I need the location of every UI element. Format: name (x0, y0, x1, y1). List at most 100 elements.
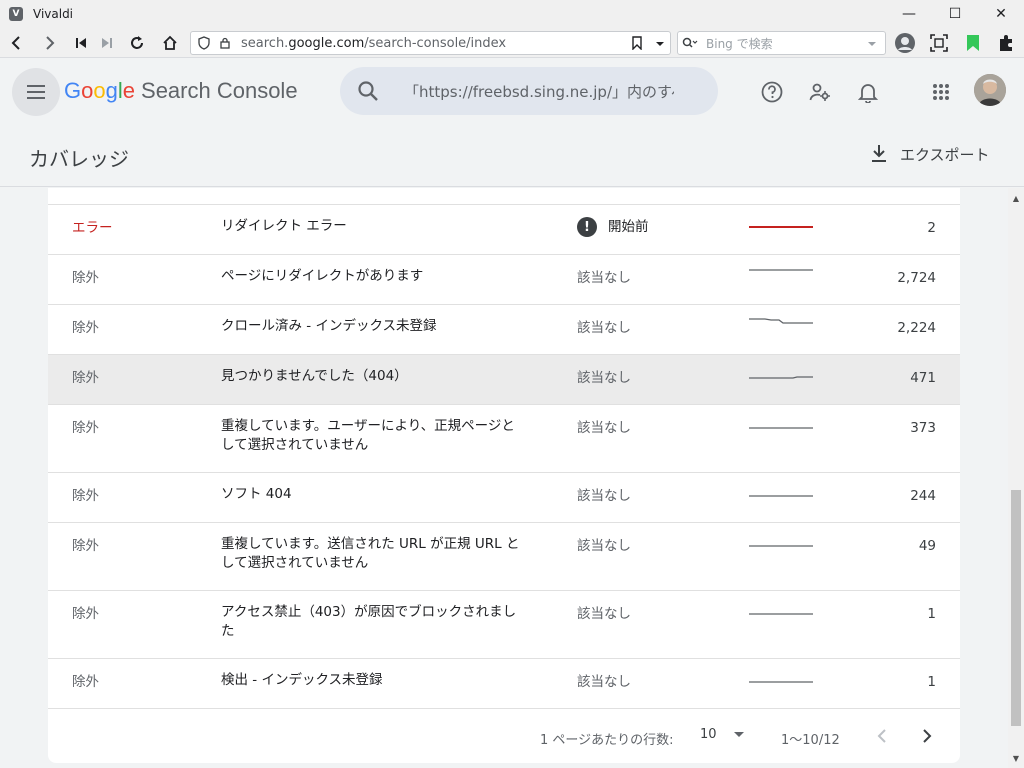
row-reason: アクセス禁止（403）が原因でブロックされました (221, 604, 517, 639)
shield-icon[interactable] (197, 36, 211, 50)
home-button[interactable] (157, 30, 183, 56)
row-count: 2,224 (897, 320, 936, 336)
user-settings-icon (809, 83, 830, 101)
trend-sparkline (749, 318, 813, 324)
table-row[interactable]: 除外 見つかりませんでした（404） 該当なし 471 (48, 354, 960, 404)
row-reason: 見つかりませんでした（404） (221, 368, 408, 384)
row-count: 2,724 (897, 270, 936, 286)
green-bookmark-icon (967, 35, 979, 51)
chevron-down-icon[interactable] (655, 39, 665, 49)
sparkline-path (749, 318, 813, 324)
google-apps-button[interactable] (928, 79, 954, 105)
notifications-button[interactable] (855, 79, 881, 105)
rewind-button[interactable] (68, 30, 94, 56)
rows-per-page-select[interactable]: 10 (700, 727, 745, 742)
forward-button[interactable] (36, 30, 62, 56)
content-area: エラー リダイレクト エラー! 開始前 2 除外 ページにリダイレクトがあります 該当なし 2… (0, 188, 1008, 768)
table-row[interactable]: 除外 クロール済み - インデックス未登録 該当なし 2,224 (48, 304, 960, 354)
row-validation-text: 該当なし (577, 538, 631, 554)
table-row[interactable]: 除外 アクセス禁止（403）が原因でブロックされました 該当なし 1 (48, 590, 960, 658)
trend-sparkline (749, 613, 813, 615)
previous-page-button[interactable] (870, 724, 894, 748)
row-validation: ! 開始前 (577, 217, 649, 237)
table-row[interactable]: 除外 ソフト 404 該当なし 244 (48, 472, 960, 522)
row-type: 除外 (72, 420, 99, 436)
browser-search-field[interactable]: Bing で検索 (677, 31, 886, 55)
row-validation: 該当なし (577, 369, 631, 388)
url-inspection-input[interactable]: 「https://freebsd.sing.ne.jp/」内のすべてのURLを検… (404, 81, 674, 102)
profile-button[interactable] (892, 30, 918, 56)
row-type: 除外 (72, 606, 99, 622)
row-validation-text: 該当なし (577, 370, 631, 386)
page-scrollbar[interactable]: ▲ ▼ (1008, 188, 1024, 768)
row-type: 除外 (72, 488, 99, 504)
trend-sparkline (749, 495, 813, 497)
users-settings-button[interactable] (807, 79, 833, 105)
scroll-up-arrow[interactable]: ▲ (1008, 190, 1024, 206)
lock-icon (220, 37, 230, 49)
trend-sparkline (749, 545, 813, 547)
avatar-photo (974, 74, 1006, 106)
extensions-button[interactable] (993, 30, 1019, 56)
maximize-button[interactable]: ☐ (932, 0, 978, 28)
apps-grid-icon (933, 84, 949, 100)
row-count: 49 (918, 538, 936, 554)
window-title: Vivaldi (33, 7, 74, 21)
chevron-down-icon (733, 731, 744, 737)
fast-forward-icon (102, 38, 112, 48)
scrollbar-thumb[interactable] (1011, 490, 1021, 726)
minimize-button[interactable]: — (886, 0, 932, 28)
main-menu-button[interactable] (12, 68, 60, 116)
search-engine-icon (682, 37, 698, 48)
fast-forward-button[interactable] (94, 30, 120, 56)
url-inspection-search[interactable]: 「https://freebsd.sing.ne.jp/」内のすべてのURLを検… (340, 67, 718, 115)
row-validation-text: 該当なし (577, 270, 631, 286)
sparkline-path (749, 376, 813, 379)
close-window-button[interactable]: ✕ (978, 0, 1024, 28)
gsc-header: Google Search Console 「https://freebsd.si… (0, 59, 1024, 125)
table-row[interactable]: エラー リダイレクト エラー! 開始前 2 (48, 204, 960, 254)
profile-icon (895, 33, 915, 53)
row-count: 1 (927, 674, 936, 690)
row-validation-text: 開始前 (608, 218, 649, 235)
coverage-table-card: エラー リダイレクト エラー! 開始前 2 除外 ページにリダイレクトがあります 該当なし 2… (48, 188, 960, 763)
capture-button[interactable] (926, 30, 952, 56)
page-header: カバレッジ エクスポート (0, 125, 1024, 187)
product-name: Search Console (141, 78, 298, 103)
table-row[interactable]: 除外 重複しています。ユーザーにより、正規ページとして選択されていません 該当なし 3… (48, 404, 960, 472)
row-count: 471 (910, 370, 936, 386)
address-bar[interactable]: search.google.com/search-console/index (190, 31, 671, 55)
export-label: エクスポート (900, 145, 990, 164)
row-count: 244 (910, 488, 936, 504)
reload-icon (131, 36, 143, 49)
bookmark-extension-button[interactable] (960, 30, 986, 56)
export-button[interactable]: エクスポート (868, 143, 990, 165)
row-validation: 該当なし (577, 487, 631, 506)
account-avatar[interactable] (974, 74, 1006, 106)
row-validation-text: 該当なし (577, 606, 631, 622)
table-row[interactable]: 除外 検出 - インデックス未登録 該当なし 1 (48, 658, 960, 708)
scroll-down-arrow[interactable]: ▼ (1008, 750, 1024, 766)
row-validation: 該当なし (577, 673, 631, 692)
bell-icon (858, 84, 878, 103)
next-page-button[interactable] (915, 724, 939, 748)
bookmark-icon[interactable] (631, 36, 643, 50)
chevron-down-icon[interactable] (867, 39, 877, 49)
capture-icon (930, 34, 948, 52)
search-icon[interactable] (356, 79, 380, 103)
row-reason: クロール済み - インデックス未登録 (221, 318, 437, 334)
help-button[interactable] (759, 79, 785, 105)
row-type: 除外 (72, 320, 99, 336)
puzzle-icon (1000, 35, 1012, 51)
table-row[interactable]: 除外 ページにリダイレクトがあります 該当なし 2,724 (48, 254, 960, 304)
google-search-console-logo[interactable]: Google Search Console (64, 78, 298, 104)
reload-button[interactable] (124, 30, 150, 56)
table-row[interactable]: 除外 重複しています。送信された URL が正規 URL として選択されていません… (48, 522, 960, 590)
home-icon (163, 35, 177, 50)
back-button[interactable] (4, 30, 30, 56)
row-count: 373 (910, 420, 936, 436)
trend-sparkline (749, 427, 813, 429)
row-type: 除外 (72, 370, 99, 386)
hamburger-menu-icon (27, 85, 45, 99)
trend-sparkline (749, 226, 813, 228)
